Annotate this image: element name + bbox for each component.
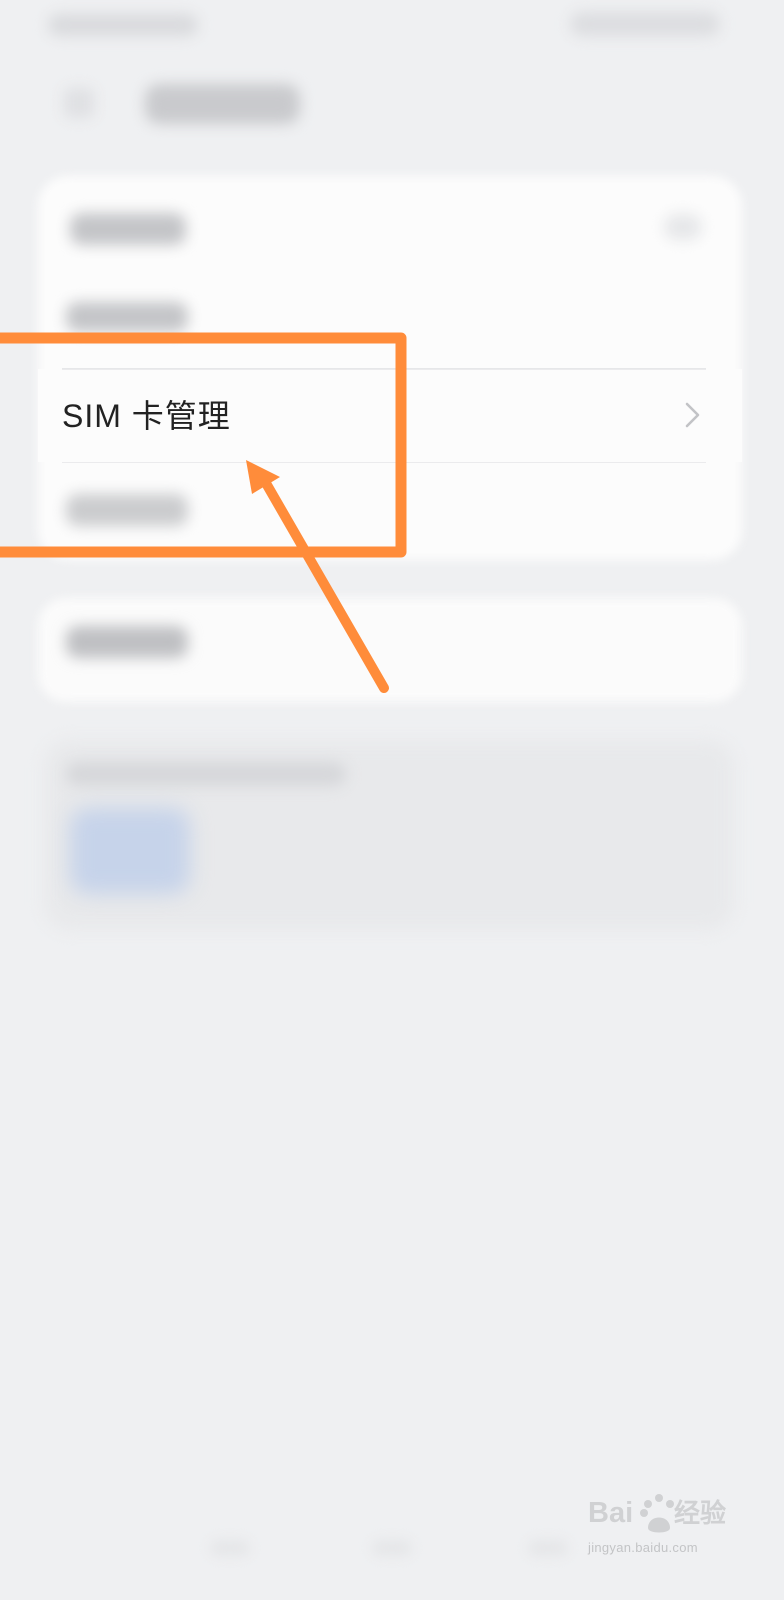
annotation-overlay (0, 332, 407, 693)
baidu-jingyan-logo: Bai 经验 (588, 1494, 726, 1533)
pointer-arrow (258, 473, 389, 693)
svg-text:Bai: Bai (588, 1497, 633, 1529)
watermark: Bai 经验 jingyan.baidu.com (588, 1488, 738, 1562)
watermark-text: jingyan.baidu.com (588, 1540, 698, 1555)
svg-text:经验: 经验 (674, 1498, 726, 1529)
highlight-box (0, 332, 407, 558)
